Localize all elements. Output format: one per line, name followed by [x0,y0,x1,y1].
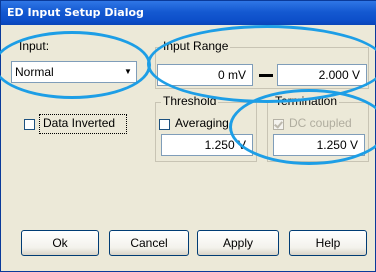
range-separator [259,74,273,77]
input-range-min-field[interactable]: 0 mV [157,64,253,86]
help-button[interactable]: Help [289,230,367,256]
input-label: Input: [19,39,50,53]
averaging-label[interactable]: Averaging [175,116,229,130]
threshold-value-field[interactable]: 1.250 V [161,134,253,156]
dialog-window: ED Input Setup Dialog Input: Normal ▼ In… [0,0,376,272]
input-range-max-field[interactable]: 2.000 V [277,64,367,86]
dc-coupled-label[interactable]: DC coupled [289,116,352,130]
input-select-value: Normal [15,65,54,79]
data-inverted-checkbox[interactable] [24,119,35,130]
cancel-button[interactable]: Cancel [109,230,189,256]
dc-coupled-checkbox[interactable] [273,119,284,130]
input-select[interactable]: Normal ▼ [11,61,137,83]
termination-value-field[interactable]: 1.250 V [273,134,365,156]
data-inverted-label[interactable]: Data Inverted [43,116,115,130]
averaging-checkbox[interactable] [159,119,170,130]
chevron-down-icon[interactable]: ▼ [122,65,134,79]
termination-title: Termination [273,94,340,108]
apply-button[interactable]: Apply [197,230,279,256]
input-range-title: Input Range [161,39,231,53]
ok-button[interactable]: Ok [21,230,99,256]
window-title: ED Input Setup Dialog [1,1,376,25]
threshold-title: Threshold [161,94,219,108]
